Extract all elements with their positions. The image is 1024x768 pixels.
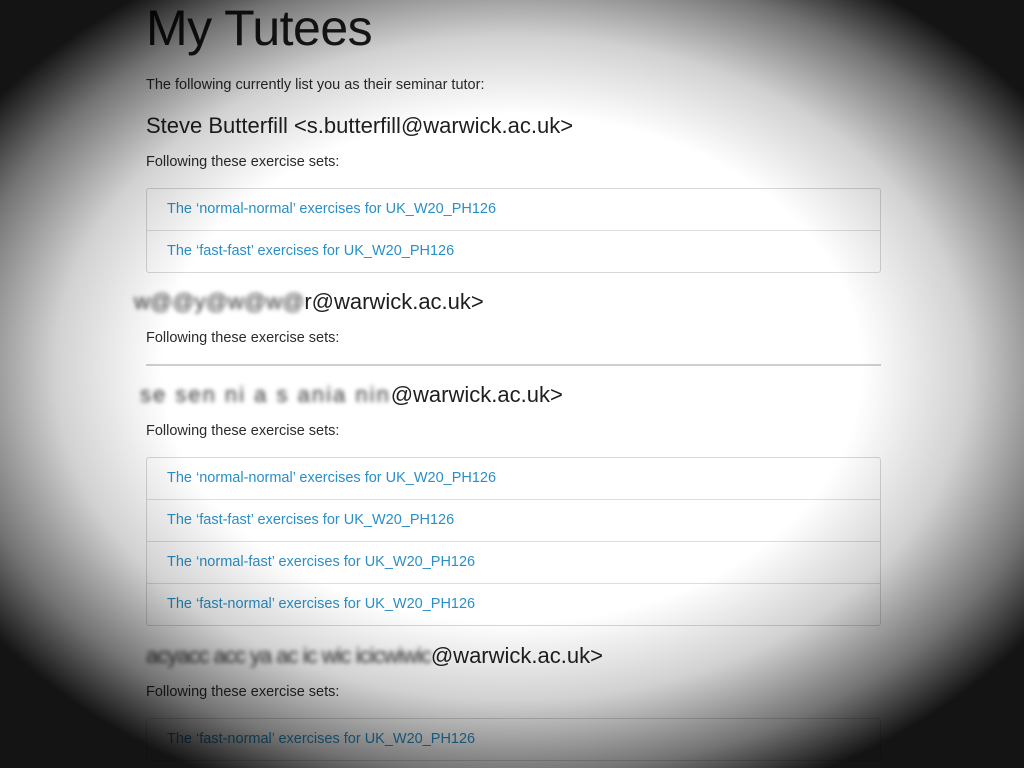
- exercise-set-link[interactable]: The ‘normal-fast’ exercises for UK_W20_P…: [147, 541, 880, 583]
- exercise-set-list: The ‘normal-normal’ exercises for UK_W20…: [146, 457, 881, 626]
- divider: [146, 364, 881, 366]
- tutee-name: Steve Butterfill <s.butterfill@warwick.a…: [146, 113, 574, 138]
- redacted-name: w@@y@w@w@: [134, 289, 305, 314]
- exercise-set-link[interactable]: The ‘fast-normal’ exercises for UK_W20_P…: [147, 719, 880, 760]
- tutee-name: w@@y@w@w@r@warwick.ac.uk>: [134, 288, 881, 316]
- exercise-sets-label: Following these exercise sets:: [146, 423, 340, 439]
- exercise-set-list: The ‘fast-normal’ exercises for UK_W20_P…: [146, 718, 881, 761]
- tutee-email: @warwick.ac.uk>: [430, 643, 603, 668]
- redacted-name: se sen ni a s ania nin: [140, 382, 391, 407]
- exercise-set-link[interactable]: The ‘fast-normal’ exercises for UK_W20_P…: [147, 583, 880, 625]
- exercise-set-list: The ‘normal-normal’ exercises for UK_W20…: [146, 188, 881, 273]
- tutee-section: se sen ni a s ania nin@warwick.ac.uk> Fo…: [140, 381, 881, 626]
- exercise-sets-label: Following these exercise sets:: [146, 154, 340, 170]
- exercise-sets-label: Following these exercise sets:: [146, 330, 340, 346]
- exercise-set-link[interactable]: The ‘normal-normal’ exercises for UK_W20…: [147, 458, 880, 499]
- tutee-name: acyacc acc ya ac ic wic icicwiwic@warwic…: [146, 642, 881, 670]
- exercise-set-link[interactable]: The ‘fast-fast’ exercises for UK_W20_PH1…: [147, 230, 880, 272]
- exercise-sets-label: Following these exercise sets:: [146, 684, 340, 700]
- tutee-email: r@warwick.ac.uk>: [304, 289, 484, 314]
- redacted-name: acyacc acc ya ac ic wic icicwiwic: [146, 643, 432, 668]
- tutee-section: Steve Butterfill <s.butterfill@warwick.a…: [146, 112, 881, 273]
- exercise-set-link[interactable]: The ‘fast-fast’ exercises for UK_W20_PH1…: [147, 499, 880, 541]
- intro-text: The following currently list you as thei…: [146, 77, 485, 93]
- tutee-section: acyacc acc ya ac ic wic icicwiwic@warwic…: [146, 642, 881, 761]
- tutee-email: @warwick.ac.uk>: [390, 382, 563, 407]
- exercise-set-link[interactable]: The ‘normal-normal’ exercises for UK_W20…: [147, 189, 880, 230]
- tutee-name: se sen ni a s ania nin@warwick.ac.uk>: [140, 381, 881, 409]
- page-title: My Tutees: [146, 0, 373, 56]
- tutee-section: w@@y@w@w@r@warwick.ac.uk> Following thes…: [134, 288, 881, 366]
